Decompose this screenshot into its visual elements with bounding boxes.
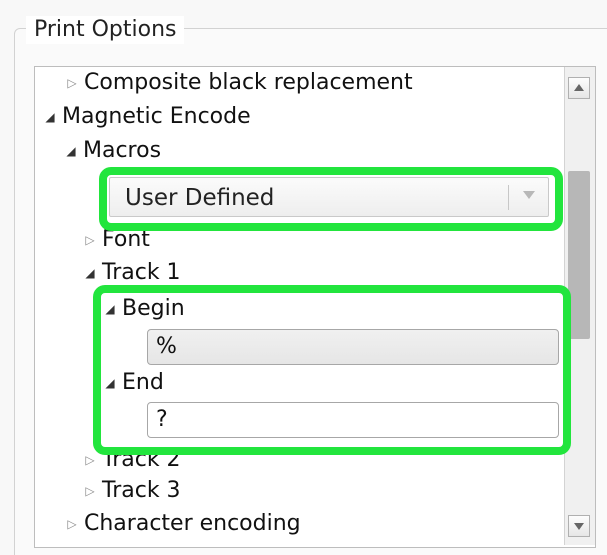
tree-item-macros[interactable]: ◢ Macros [62,135,161,167]
tree-item-track-2[interactable]: ▷ Track 2 [81,444,181,476]
collapsed-triangle-icon[interactable]: ▷ [63,67,81,99]
collapsed-triangle-icon[interactable]: ▷ [63,508,81,540]
scroll-down-icon[interactable] [568,515,590,537]
expanded-triangle-icon[interactable]: ◢ [41,101,59,133]
tree-item-label: End [122,370,164,395]
tree-item-label: Character encoding [84,511,301,536]
tree-item-magnetic-encode[interactable]: ◢ Magnetic Encode [41,101,251,133]
scrollbar-thumb[interactable] [568,171,590,339]
dropdown-separator [508,185,509,210]
tree-item-character-encoding[interactable]: ▷ Character encoding [63,508,301,540]
tree-item-label: Macros [83,138,162,163]
tree-item-label: Track 3 [102,478,181,503]
macro-select-value: User Defined [125,185,275,211]
tree-item-composite-black-replacement[interactable]: ▷ Composite black replacement [63,67,413,99]
macro-select[interactable]: User Defined [109,177,549,217]
tree-item-label: Track 1 [102,260,181,285]
end-value-field[interactable]: ? [147,402,559,438]
tree-item-track-1[interactable]: ◢ Track 1 [81,257,181,289]
scroll-up-icon[interactable] [568,77,590,99]
tree-item-track-3[interactable]: ▷ Track 3 [81,475,181,507]
print-options-page: Print Options ▷ Composite black replacem… [0,0,607,555]
tree-item-begin[interactable]: ◢ Begin [101,293,185,325]
print-options-title: Print Options [26,16,185,44]
expanded-triangle-icon[interactable]: ◢ [101,367,119,399]
tree-item-label: Begin [122,296,185,321]
vertical-scrollbar[interactable] [564,67,595,545]
tree-item-label: Track 2 [102,447,181,472]
tree-item-label: Font [102,227,150,252]
tree-item-label: Composite black replacement [84,70,413,95]
collapsed-triangle-icon[interactable]: ▷ [81,224,99,256]
tree-item-label: Magnetic Encode [62,104,251,129]
begin-value-field[interactable]: % [147,329,559,365]
print-options-tree: ▷ Composite black replacement ◢ Magnetic… [34,66,596,548]
chevron-down-icon[interactable] [523,191,535,199]
collapsed-triangle-icon[interactable]: ▷ [81,475,99,507]
collapsed-triangle-icon[interactable]: ▷ [81,444,99,476]
tree-item-end[interactable]: ◢ End [101,367,164,399]
tree-item-font[interactable]: ▷ Font [81,224,150,256]
expanded-triangle-icon[interactable]: ◢ [62,135,80,167]
expanded-triangle-icon[interactable]: ◢ [81,257,99,289]
expanded-triangle-icon[interactable]: ◢ [101,293,119,325]
